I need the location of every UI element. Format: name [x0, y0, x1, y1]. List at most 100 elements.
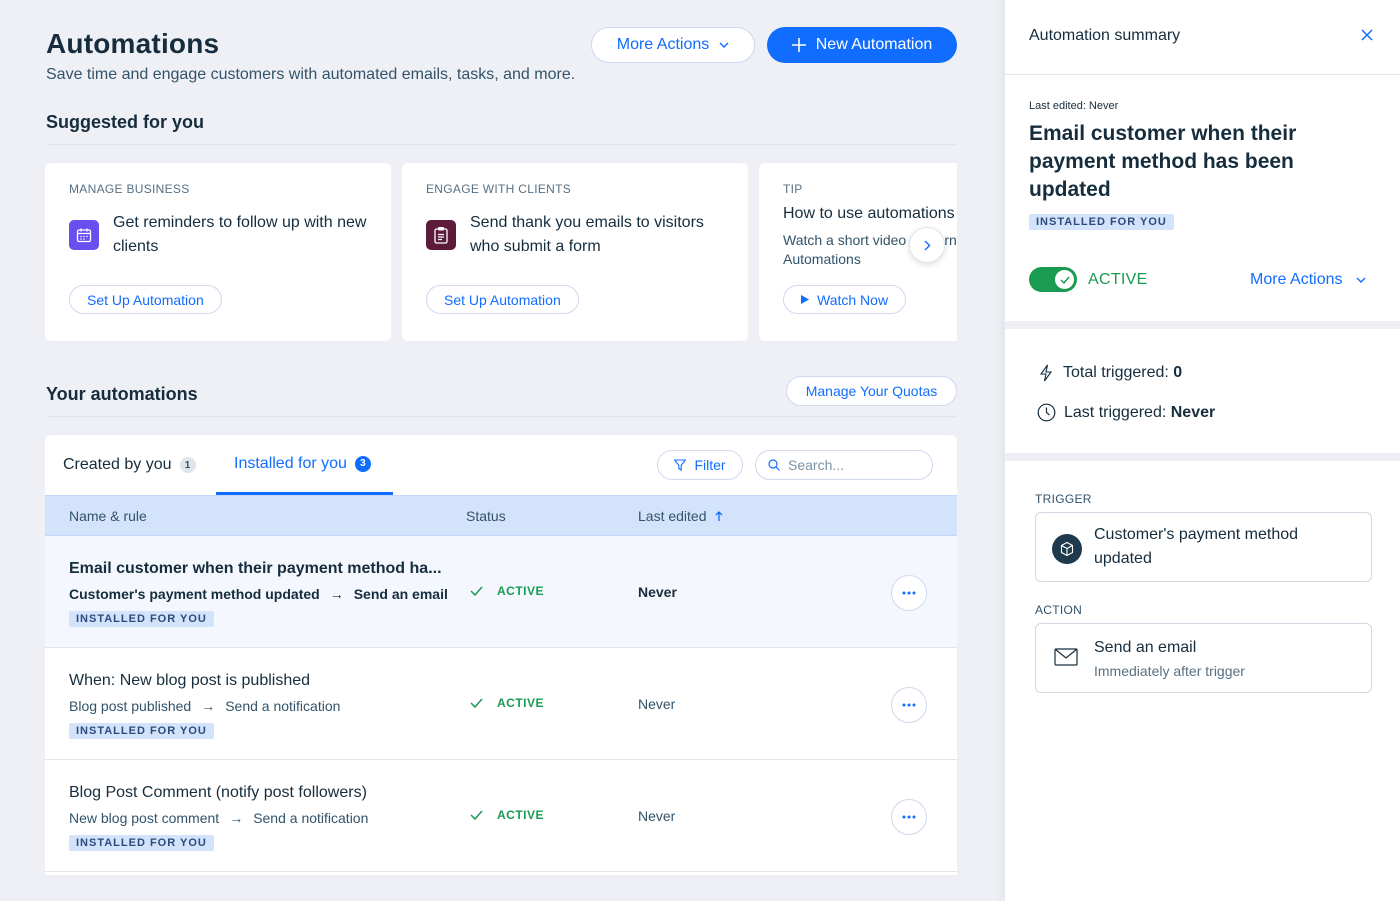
column-name[interactable]: Name & rule [69, 508, 147, 524]
status-label: ACTIVE [497, 808, 545, 822]
last-triggered: Last triggered: Never [1037, 403, 1215, 422]
installed-badge: INSTALLED FOR YOU [1029, 214, 1174, 230]
new-automation-button[interactable]: New Automation [767, 27, 957, 63]
divider [46, 416, 957, 417]
plus-icon [791, 38, 806, 52]
tab-count-badge: 1 [179, 457, 196, 473]
last-triggered-label: Last triggered: [1064, 403, 1167, 421]
tab-created-by-you[interactable]: Created by you 1 [63, 435, 196, 495]
status-active: ACTIVE [470, 808, 544, 822]
card-category: TIP [783, 182, 803, 196]
rule-trigger: Blog post published [69, 698, 192, 714]
rule-trigger: Customer's payment method updated [69, 586, 320, 602]
check-icon [470, 698, 483, 708]
set-up-automation-button[interactable]: Set Up Automation [426, 285, 579, 314]
last-edited: Never [638, 696, 676, 712]
divider [46, 144, 957, 145]
automation-rule: New blog post comment → Send a notificat… [69, 810, 368, 826]
installed-badge: INSTALLED FOR YOU [69, 835, 214, 851]
suggested-title: Suggested for you [46, 112, 205, 132]
check-icon [470, 810, 483, 820]
next-card-button[interactable] [909, 227, 945, 263]
section-separator [1005, 321, 1400, 329]
tab-installed-for-you[interactable]: Installed for you 3 [216, 435, 393, 495]
tab-count-badge: 3 [354, 455, 371, 472]
search-field [755, 450, 933, 480]
card-category: MANAGE BUSINESS [69, 182, 190, 196]
last-edited: Never [638, 808, 676, 824]
total-triggered-value: 0 [1173, 364, 1183, 381]
suggested-card: ENGAGE WITH CLIENTS Send thank you email… [402, 163, 748, 341]
installed-badge: INSTALLED FOR YOU [69, 723, 214, 739]
status-active: ACTIVE [470, 584, 544, 598]
close-icon [1361, 29, 1373, 41]
panel-header: Automation summary [1005, 0, 1400, 75]
more-actions-label: More Actions [616, 36, 710, 53]
search-input[interactable] [788, 457, 918, 473]
play-icon [801, 295, 809, 304]
last-edited: Never [638, 584, 677, 600]
total-triggered: Total triggered: 0 [1037, 364, 1182, 382]
trigger-label: TRIGGER [1035, 492, 1092, 506]
suggested-card: MANAGE BUSINESS Get reminders to follow … [45, 163, 391, 341]
clock-icon [1037, 403, 1056, 422]
tab-label: Created by you [63, 456, 172, 473]
row-more-button[interactable] [891, 799, 927, 835]
set-up-automation-button[interactable]: Set Up Automation [69, 285, 222, 314]
filter-label: Filter [694, 457, 726, 473]
more-horizontal-icon [902, 703, 916, 707]
toggle-knob [1055, 270, 1074, 289]
tip-title: How to use automations [783, 205, 955, 222]
rule-trigger: New blog post comment [69, 810, 220, 826]
envelope-icon [1054, 648, 1078, 666]
status-label: ACTIVE [1088, 271, 1148, 288]
automation-rule: Customer's payment method updated → Send… [69, 586, 448, 602]
automation-summary-panel: Automation summary Last edited: Never Em… [1005, 0, 1400, 901]
your-automations-title: Your automations [46, 384, 198, 404]
row-more-button[interactable] [891, 575, 927, 611]
status-label: ACTIVE [497, 696, 545, 710]
trigger-card[interactable]: Customer's payment method updated [1035, 512, 1372, 582]
search-icon [768, 459, 780, 471]
page-subtitle: Save time and engage customers with auto… [46, 66, 576, 83]
lightning-icon [1039, 364, 1053, 382]
active-toggle[interactable] [1029, 267, 1077, 292]
column-status[interactable]: Status [466, 508, 506, 524]
automation-name: Email customer when their payment method… [69, 560, 442, 577]
new-automation-label: New Automation [815, 36, 933, 53]
watch-now-button[interactable]: Watch Now [783, 285, 907, 314]
row-more-button[interactable] [891, 687, 927, 723]
table-row[interactable]: Email customer when their payment method… [45, 536, 957, 648]
filter-button[interactable]: Filter [657, 450, 743, 480]
sort-up-icon [715, 510, 722, 521]
more-actions-label: More Actions [1250, 271, 1343, 288]
close-button[interactable] [1357, 25, 1377, 45]
action-subtitle: Immediately after trigger [1094, 663, 1245, 679]
table-header: Name & rule Status Last edited [45, 495, 957, 536]
automation-name: Blog Post Comment (notify post followers… [69, 784, 367, 801]
chevron-down-icon [719, 42, 729, 48]
column-label: Last edited [638, 508, 707, 524]
check-icon [1060, 276, 1070, 284]
installed-badge: INSTALLED FOR YOU [69, 611, 214, 627]
automation-title: Email customer when their payment method… [1029, 122, 1297, 201]
clipboard-icon [426, 220, 456, 250]
column-last-edited[interactable]: Last edited [638, 508, 723, 524]
arrow-right-icon: → [229, 810, 244, 826]
watch-now-label: Watch Now [817, 291, 889, 308]
automation-rule: Blog post published → Send a notificatio… [69, 698, 340, 714]
total-triggered-label: Total triggered: [1063, 364, 1169, 381]
calendar-icon [69, 220, 99, 250]
panel-more-actions-button[interactable]: More Actions [1250, 271, 1366, 289]
action-card[interactable]: Send an email Immediately after trigger [1035, 623, 1372, 693]
chevron-right-icon [924, 240, 930, 250]
more-actions-button[interactable]: More Actions [591, 27, 755, 63]
action-title: Send an email [1094, 639, 1197, 656]
table-row[interactable]: When: New blog post is published Blog po… [45, 648, 957, 760]
table-row[interactable]: Blog Post Comment (notify post followers… [45, 760, 957, 872]
manage-quotas-button[interactable]: Manage Your Quotas [786, 376, 957, 406]
status-active: ACTIVE [470, 696, 544, 710]
chevron-down-icon [1356, 277, 1366, 283]
tab-label: Installed for you [234, 454, 347, 472]
status-label: ACTIVE [497, 584, 545, 598]
